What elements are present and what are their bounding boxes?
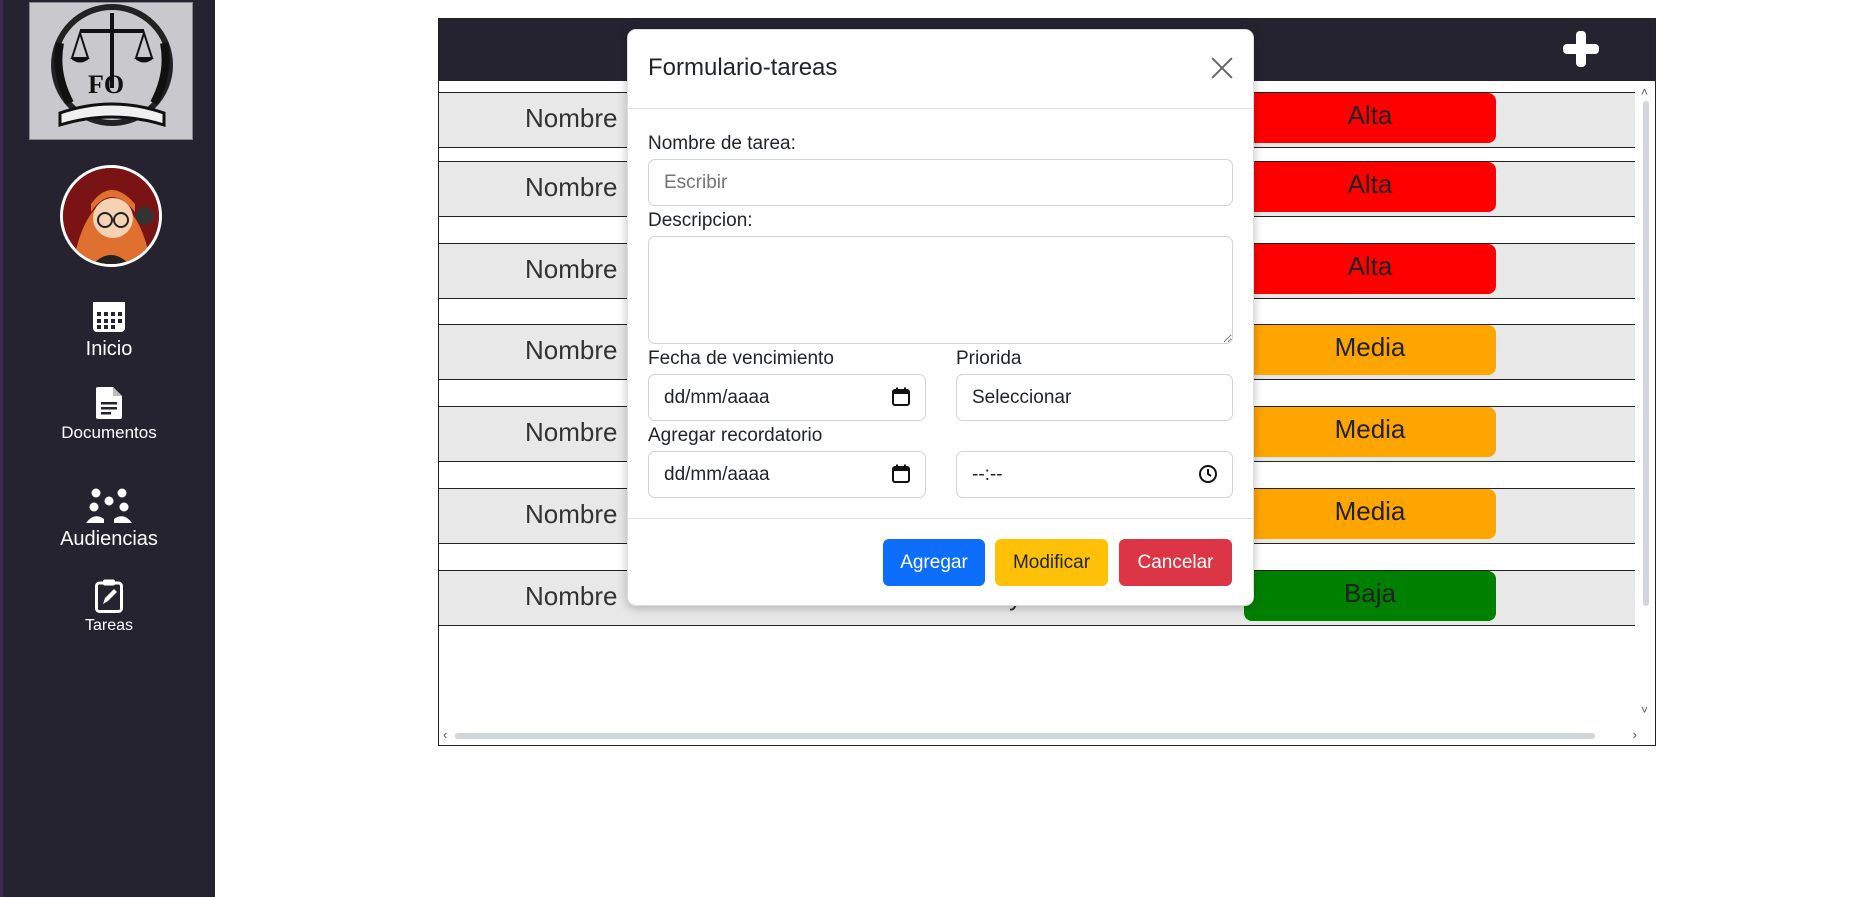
priority-badge: Baja [1244, 571, 1496, 621]
horizontal-scroll-thumb[interactable] [455, 733, 1595, 739]
nav-audiencias[interactable]: Audiencias [3, 486, 215, 551]
nav-inicio-label: Inicio [85, 338, 133, 360]
task-name: Nombre [525, 254, 618, 284]
cancel-button[interactable]: Cancelar [1119, 539, 1232, 586]
vertical-scrollbar[interactable]: ˄ ˅ [1639, 85, 1653, 725]
logo: FO [29, 2, 193, 140]
description-textarea[interactable] [648, 236, 1233, 344]
priority-select[interactable]: Seleccionar [956, 374, 1233, 421]
task-form-modal: Formulario-tareas Nombre de tarea: Descr… [627, 29, 1254, 606]
horizontal-scrollbar[interactable]: ‹ › [441, 727, 1637, 743]
scroll-down-icon[interactable]: ˅ [1641, 703, 1648, 717]
reminder-time-value: --:-- [972, 464, 1003, 485]
task-name: Nombre [525, 499, 618, 529]
nav-tareas-label: Tareas [84, 617, 134, 634]
modal-header: Formulario-tareas [628, 30, 1253, 109]
clipboard-edit-icon [95, 579, 123, 613]
priority-badge: Alta [1244, 93, 1496, 143]
task-name-input[interactable] [648, 159, 1233, 206]
calendar-picker-icon[interactable] [891, 387, 911, 407]
svg-text:FO: FO [88, 70, 124, 99]
priority-badge: Alta [1244, 244, 1496, 294]
task-name: Nombre [525, 172, 618, 202]
calendar-icon [93, 302, 125, 332]
description-label: Descripcion: [648, 210, 753, 231]
task-name-label: Nombre de tarea: [648, 133, 796, 154]
scroll-left-icon[interactable]: ‹ [443, 727, 447, 742]
modal-title: Formulario-tareas [648, 54, 838, 81]
avatar[interactable] [60, 165, 162, 267]
reminder-label: Agregar recordatorio [648, 425, 823, 446]
due-date-input[interactable]: dd/mm/aaaa [648, 374, 926, 421]
due-date-label: Fecha de vencimiento [648, 348, 834, 369]
scales-of-justice-logo-icon: FO [51, 4, 173, 128]
sidebar: FO Inicio Documentos Audiencias Tareas [0, 0, 215, 897]
add-task-button[interactable] [1561, 29, 1601, 69]
task-name: Nombre [525, 581, 618, 611]
modify-button[interactable]: Modificar [995, 539, 1108, 586]
vertical-scroll-thumb[interactable] [1643, 101, 1649, 606]
due-date-value: dd/mm/aaaa [664, 387, 770, 408]
nav-documentos-label: Documentos [61, 423, 157, 442]
document-icon [96, 387, 122, 419]
clock-icon[interactable] [1198, 464, 1218, 484]
nav-inicio[interactable]: Inicio [3, 300, 215, 361]
priority-badge: Alta [1244, 162, 1496, 212]
scroll-up-icon[interactable]: ˄ [1641, 85, 1648, 99]
priority-badge: Media [1244, 325, 1496, 375]
priority-badge: Media [1244, 407, 1496, 457]
reminder-date-value: dd/mm/aaaa [664, 464, 770, 485]
nav-documentos[interactable]: Documentos [3, 387, 215, 443]
reminder-date-input[interactable]: dd/mm/aaaa [648, 451, 926, 498]
close-icon[interactable] [1207, 52, 1237, 82]
calendar-picker-icon[interactable] [891, 464, 911, 484]
task-name: Nombre [525, 335, 618, 365]
task-name: Nombre [525, 103, 618, 133]
priority-select-value: Seleccionar [972, 387, 1072, 408]
group-icon [86, 488, 132, 523]
priority-label: Priorida [956, 348, 1022, 369]
reminder-time-input[interactable]: --:-- [956, 451, 1233, 498]
nav-tareas[interactable]: Tareas [3, 579, 215, 635]
add-button[interactable]: Agregar [883, 539, 985, 586]
scroll-right-icon[interactable]: › [1633, 727, 1637, 742]
user-avatar-icon [63, 168, 159, 264]
task-name: Nombre [525, 417, 618, 447]
priority-badge: Media [1244, 489, 1496, 539]
modal-footer: Agregar Modificar Cancelar [628, 518, 1253, 606]
nav-audiencias-label: Audiencias [60, 528, 158, 550]
